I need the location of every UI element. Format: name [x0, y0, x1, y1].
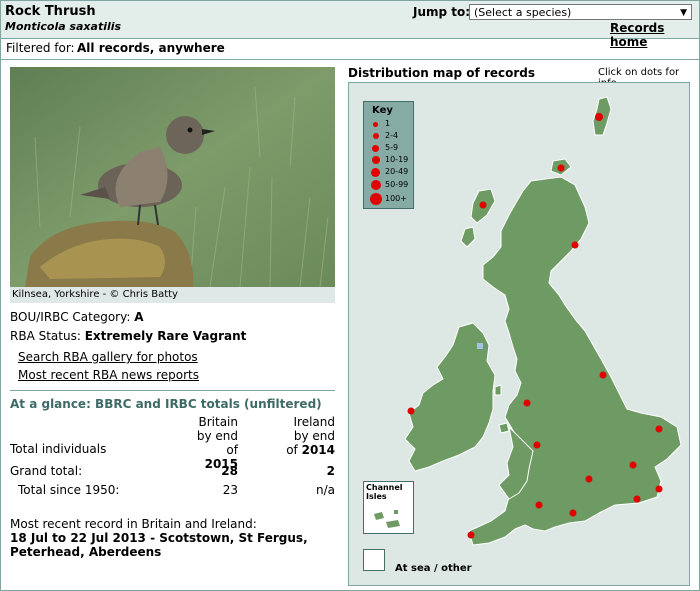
- channel-isles-inset[interactable]: Channel Isles: [363, 481, 414, 534]
- divider: [10, 390, 335, 391]
- header-bar: Rock Thrush Monticola saxatilis Jump to:…: [1, 1, 699, 49]
- britain-column-header: Britain by end of 2015: [195, 415, 238, 471]
- map-key: Key 1 2-4 5-9 10-19 20-49 50-99 100+: [363, 101, 414, 209]
- record-dot[interactable]: [629, 461, 637, 469]
- rba-status-value: Extremely Rare Vagrant: [84, 329, 247, 343]
- recent-record-line1: 18 Jul to 22 Jul 2013 - Scotstown, St Fe…: [10, 531, 308, 545]
- rba-status-row: RBA Status: Extremely Rare Vagrant: [10, 329, 246, 343]
- key-dot: [372, 156, 380, 164]
- species-scientific-name: Monticola saxatilis: [5, 20, 122, 33]
- key-label: 20-49: [385, 167, 409, 176]
- record-dot[interactable]: [479, 201, 487, 209]
- ireland-header-line: of: [286, 443, 298, 457]
- key-dot: [370, 193, 382, 205]
- key-dot: [371, 168, 380, 177]
- record-dot[interactable]: [407, 407, 415, 415]
- key-item: 100+: [364, 193, 415, 205]
- anglesey-landmass: [498, 422, 510, 434]
- species-select-value: (Select a species): [474, 6, 572, 19]
- category-value: A: [134, 310, 144, 324]
- filter-bar: Filtered for: All records, anywhere: [1, 39, 699, 60]
- record-dot[interactable]: [633, 495, 641, 503]
- key-dot: [373, 122, 378, 127]
- since-1950-label: Total since 1950:: [18, 483, 120, 497]
- britain-header-line: Britain: [198, 415, 239, 429]
- record-dot[interactable]: [533, 441, 541, 449]
- since-1950-ireland: n/a: [315, 483, 335, 497]
- record-dot[interactable]: [655, 485, 663, 493]
- ireland-header-line: by end: [293, 429, 335, 443]
- category-row: BOU/IRBC Category: A: [10, 310, 144, 324]
- key-label: 5-9: [385, 143, 399, 152]
- record-dot[interactable]: [535, 501, 543, 509]
- rock-thrush-photo-image: [10, 67, 335, 287]
- record-dot[interactable]: [571, 241, 579, 249]
- isle-of-man-landmass: [494, 384, 502, 396]
- distribution-map[interactable]: Key 1 2-4 5-9 10-19 20-49 50-99 100+ Cha…: [348, 82, 690, 586]
- record-dot[interactable]: [655, 425, 663, 433]
- key-label: 1: [385, 119, 391, 128]
- key-label: 2-4: [385, 131, 399, 140]
- key-label: 50-99: [385, 180, 409, 189]
- species-photo: [10, 67, 335, 287]
- grand-total-ireland: 2: [326, 464, 335, 478]
- channel-isles-map: [374, 510, 400, 528]
- key-dot: [372, 145, 379, 152]
- key-item: 1: [364, 118, 415, 130]
- ireland-header-line: Ireland: [293, 415, 335, 429]
- rba-status-label: RBA Status:: [10, 329, 81, 343]
- key-item: 2-4: [364, 130, 415, 142]
- at-sea-label: At sea / other: [395, 563, 472, 574]
- category-label: BOU/IRBC Category:: [10, 310, 131, 324]
- record-dot[interactable]: [595, 113, 603, 121]
- key-item: 50-99: [364, 179, 415, 191]
- grand-total-label: Grand total:: [10, 464, 83, 478]
- key-item: 20-49: [364, 166, 415, 178]
- lough-neagh: [477, 343, 483, 349]
- great-britain-landmass: [468, 176, 682, 546]
- key-item: 5-9: [364, 142, 415, 154]
- record-dot[interactable]: [569, 509, 577, 517]
- filter-label: Filtered for:: [6, 41, 75, 55]
- news-link[interactable]: Most recent RBA news reports: [18, 368, 199, 382]
- at-sea-box[interactable]: [363, 549, 385, 571]
- gallery-link[interactable]: Search RBA gallery for photos: [18, 350, 198, 364]
- key-title: Key: [372, 105, 393, 116]
- grand-total-britain: 28: [221, 464, 238, 478]
- species-select[interactable]: (Select a species) ▼: [469, 4, 692, 20]
- record-dot[interactable]: [585, 475, 593, 483]
- glance-title: At a glance: BBRC and IRBC totals (unfil…: [10, 397, 322, 411]
- ireland-year: 2014: [301, 443, 335, 457]
- record-dot[interactable]: [557, 164, 565, 172]
- species-common-name: Rock Thrush: [5, 4, 96, 19]
- since-1950-britain: 23: [222, 483, 238, 497]
- photo-caption: Kilnsea, Yorkshire - © Chris Batty: [10, 287, 335, 303]
- hebrides-landmass: [460, 226, 476, 248]
- ireland-column-header: Ireland by end of 2014: [286, 415, 335, 457]
- recent-record-label: Most recent record in Britain and Irelan…: [10, 517, 257, 531]
- record-dot[interactable]: [467, 531, 475, 539]
- key-dot: [371, 180, 381, 190]
- key-item: 10-19: [364, 154, 415, 166]
- map-title: Distribution map of records: [348, 66, 536, 80]
- filter-value: All records, anywhere: [77, 41, 225, 55]
- key-label: 10-19: [385, 155, 409, 164]
- total-individuals-label: Total individuals: [10, 442, 107, 456]
- record-dot[interactable]: [523, 399, 531, 407]
- recent-record-line2: Peterhead, Aberdeens: [10, 545, 162, 559]
- britain-header-line: by end: [196, 429, 238, 443]
- britain-header-line: of: [226, 443, 238, 457]
- chevron-down-icon: ▼: [680, 8, 687, 18]
- key-label: 100+: [385, 194, 407, 203]
- jump-to-label: Jump to:: [413, 5, 471, 19]
- key-dot: [373, 133, 379, 139]
- record-dot[interactable]: [599, 371, 607, 379]
